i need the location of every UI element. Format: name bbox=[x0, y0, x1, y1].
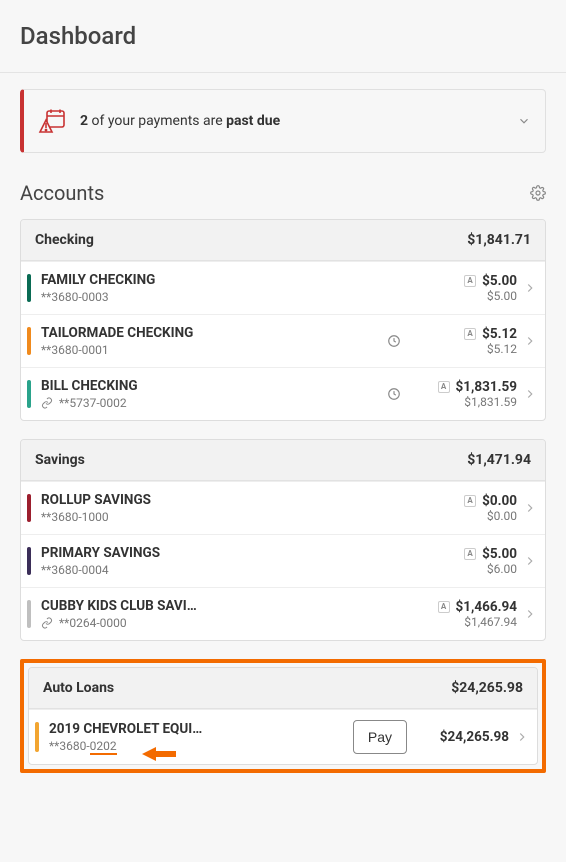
account-row[interactable]: PRIMARY SAVINGS **3680-0004 A $5.00 $6.00 bbox=[21, 534, 545, 587]
account-name: FAMILY CHECKING bbox=[41, 272, 387, 288]
alert-text: 2 of your payments are past due bbox=[80, 113, 280, 129]
account-name: TAILORMADE CHECKING bbox=[41, 325, 387, 341]
past-due-alert[interactable]: 2 of your payments are past due bbox=[20, 89, 546, 153]
chevron-right-icon bbox=[515, 730, 529, 744]
account-available: $1,831.59 bbox=[427, 395, 517, 409]
group-header-savings[interactable]: Savings $1,471.94 bbox=[21, 440, 545, 481]
color-bar bbox=[27, 600, 31, 628]
account-number: **5737-0002 bbox=[41, 396, 387, 410]
account-row[interactable]: FAMILY CHECKING **3680-0003 A $5.00 $5.00 bbox=[21, 261, 545, 314]
account-available: $6.00 bbox=[427, 562, 517, 576]
account-balance: $1,831.59 bbox=[456, 379, 517, 395]
clock-icon bbox=[387, 387, 427, 401]
color-bar bbox=[27, 274, 31, 302]
account-row[interactable]: BILL CHECKING **5737-0002 A $1,831.59 $1,… bbox=[21, 367, 545, 420]
calendar-warning-icon bbox=[38, 108, 66, 134]
color-bar bbox=[27, 380, 31, 408]
chevron-right-icon bbox=[523, 387, 537, 401]
chevron-right-icon bbox=[523, 281, 537, 295]
badge-a-icon: A bbox=[464, 548, 476, 560]
color-bar bbox=[27, 327, 31, 355]
group-name: Checking bbox=[35, 232, 94, 248]
account-number: **0264-0000 bbox=[41, 616, 387, 630]
group-name: Savings bbox=[35, 452, 85, 468]
group-savings: Savings $1,471.94 ROLLUP SAVINGS **3680-… bbox=[20, 439, 546, 641]
account-balance: $24,265.98 bbox=[440, 729, 509, 745]
account-row[interactable]: 2019 CHEVROLET EQUI… **3680-0202 Pay $24… bbox=[29, 709, 537, 764]
group-checking: Checking $1,841.71 FAMILY CHECKING **368… bbox=[20, 219, 546, 421]
account-number: **3680-0003 bbox=[41, 290, 387, 304]
page-title: Dashboard bbox=[0, 0, 566, 73]
account-available: $0.00 bbox=[427, 509, 517, 523]
group-total: $24,265.98 bbox=[451, 680, 523, 696]
group-header-auto-loans[interactable]: Auto Loans $24,265.98 bbox=[29, 668, 537, 709]
chevron-right-icon bbox=[523, 334, 537, 348]
highlight-auto-loans: Auto Loans $24,265.98 2019 CHEVROLET EQU… bbox=[20, 659, 546, 773]
account-available: $5.12 bbox=[427, 342, 517, 356]
accounts-heading: Accounts bbox=[20, 181, 104, 205]
color-bar bbox=[35, 722, 39, 752]
link-icon bbox=[41, 397, 53, 409]
account-row[interactable]: CUBBY KIDS CLUB SAVI… **0264-0000 A $1,46… bbox=[21, 587, 545, 640]
pay-button[interactable]: Pay bbox=[353, 720, 407, 754]
group-header-checking[interactable]: Checking $1,841.71 bbox=[21, 220, 545, 261]
chevron-down-icon bbox=[517, 114, 531, 128]
badge-a-icon: A bbox=[464, 275, 476, 287]
badge-a-icon: A bbox=[464, 495, 476, 507]
account-name: 2019 CHEVROLET EQUI… bbox=[49, 721, 353, 737]
group-total: $1,471.94 bbox=[467, 452, 531, 468]
account-available: $1,467.94 bbox=[427, 615, 517, 629]
account-number: **3680-0004 bbox=[41, 563, 387, 577]
link-icon bbox=[41, 617, 53, 629]
badge-a-icon: A bbox=[438, 601, 450, 613]
chevron-right-icon bbox=[523, 554, 537, 568]
account-balance: $5.00 bbox=[482, 273, 517, 289]
account-balance: $1,466.94 bbox=[456, 599, 517, 615]
group-total: $1,841.71 bbox=[467, 232, 531, 248]
chevron-right-icon bbox=[523, 607, 537, 621]
account-name: ROLLUP SAVINGS bbox=[41, 492, 387, 508]
badge-a-icon: A bbox=[438, 381, 450, 393]
gear-icon[interactable] bbox=[530, 185, 546, 201]
group-auto-loans: Auto Loans $24,265.98 2019 CHEVROLET EQU… bbox=[28, 667, 538, 765]
account-row[interactable]: TAILORMADE CHECKING **3680-0001 A $5.12 $… bbox=[21, 314, 545, 367]
account-balance: $5.12 bbox=[482, 326, 517, 342]
account-name: BILL CHECKING bbox=[41, 378, 387, 394]
account-number: **3680-0202 bbox=[49, 739, 353, 753]
account-available: $5.00 bbox=[427, 289, 517, 303]
account-balance: $0.00 bbox=[482, 493, 517, 509]
chevron-right-icon bbox=[523, 501, 537, 515]
account-name: CUBBY KIDS CLUB SAVI… bbox=[41, 598, 387, 614]
account-number: **3680-1000 bbox=[41, 510, 387, 524]
account-number: **3680-0001 bbox=[41, 343, 387, 357]
color-bar bbox=[27, 494, 31, 522]
group-name: Auto Loans bbox=[43, 680, 114, 696]
account-balance: $5.00 bbox=[482, 546, 517, 562]
clock-icon bbox=[387, 334, 427, 348]
badge-a-icon: A bbox=[464, 328, 476, 340]
account-row[interactable]: ROLLUP SAVINGS **3680-1000 A $0.00 $0.00 bbox=[21, 481, 545, 534]
color-bar bbox=[27, 547, 31, 575]
account-name: PRIMARY SAVINGS bbox=[41, 545, 387, 561]
